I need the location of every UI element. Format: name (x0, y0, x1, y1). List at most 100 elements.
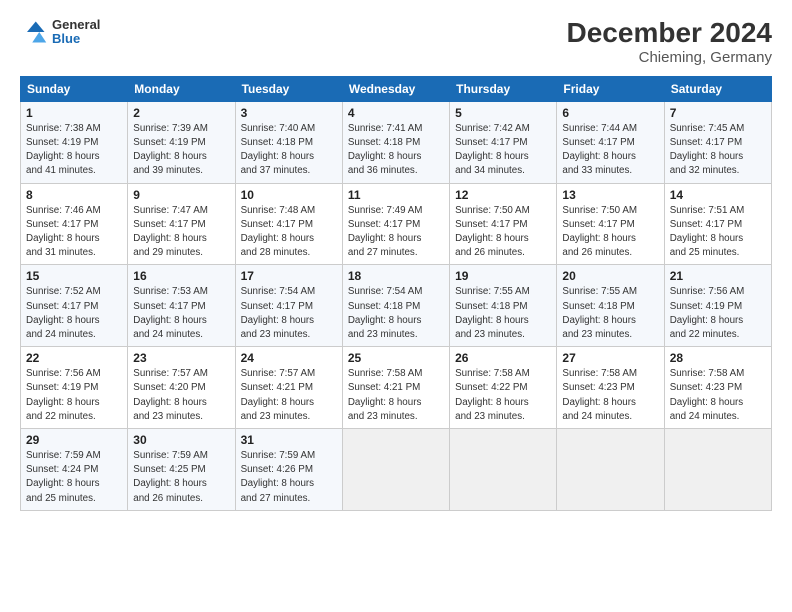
calendar-cell (342, 429, 449, 511)
day-number: 12 (455, 188, 551, 202)
day-info: Sunrise: 7:55 AMSunset: 4:18 PMDaylight:… (455, 285, 551, 342)
day-info: Sunrise: 7:53 AMSunset: 4:17 PMDaylight:… (133, 285, 229, 342)
day-info: Sunrise: 7:56 AMSunset: 4:19 PMDaylight:… (26, 367, 122, 424)
calendar-cell: 16 Sunrise: 7:53 AMSunset: 4:17 PMDayligh… (128, 265, 235, 347)
calendar-week-row: 29 Sunrise: 7:59 AMSunset: 4:24 PMDayligh… (21, 429, 772, 511)
logo: General Blue (20, 18, 100, 47)
calendar-cell (557, 429, 664, 511)
day-info: Sunrise: 7:51 AMSunset: 4:17 PMDaylight:… (670, 204, 766, 261)
col-header-tuesday: Tuesday (235, 76, 342, 101)
day-info: Sunrise: 7:50 AMSunset: 4:17 PMDaylight:… (562, 204, 658, 261)
day-number: 28 (670, 351, 766, 365)
calendar-cell: 14 Sunrise: 7:51 AMSunset: 4:17 PMDayligh… (664, 183, 771, 265)
day-number: 4 (348, 106, 444, 120)
day-info: Sunrise: 7:46 AMSunset: 4:17 PMDaylight:… (26, 204, 122, 261)
calendar-cell: 1 Sunrise: 7:38 AMSunset: 4:19 PMDaylight… (21, 101, 128, 183)
day-number: 22 (26, 351, 122, 365)
day-number: 30 (133, 433, 229, 447)
day-info: Sunrise: 7:54 AMSunset: 4:17 PMDaylight:… (241, 285, 337, 342)
calendar-cell: 6 Sunrise: 7:44 AMSunset: 4:17 PMDaylight… (557, 101, 664, 183)
day-info: Sunrise: 7:48 AMSunset: 4:17 PMDaylight:… (241, 204, 337, 261)
day-number: 17 (241, 269, 337, 283)
day-number: 7 (670, 106, 766, 120)
calendar-cell: 24 Sunrise: 7:57 AMSunset: 4:21 PMDayligh… (235, 347, 342, 429)
day-info: Sunrise: 7:38 AMSunset: 4:19 PMDaylight:… (26, 122, 122, 179)
day-info: Sunrise: 7:47 AMSunset: 4:17 PMDaylight:… (133, 204, 229, 261)
col-header-sunday: Sunday (21, 76, 128, 101)
calendar-cell: 10 Sunrise: 7:48 AMSunset: 4:17 PMDayligh… (235, 183, 342, 265)
calendar-cell: 7Sunrise: 7:45 AMSunset: 4:17 PMDaylight… (664, 101, 771, 183)
day-number: 24 (241, 351, 337, 365)
calendar-cell: 3 Sunrise: 7:40 AMSunset: 4:18 PMDaylight… (235, 101, 342, 183)
title-block: December 2024 Chieming, Germany (567, 18, 772, 66)
day-info: Sunrise: 7:57 AMSunset: 4:21 PMDaylight:… (241, 367, 337, 424)
col-header-friday: Friday (557, 76, 664, 101)
calendar-week-row: 22 Sunrise: 7:56 AMSunset: 4:19 PMDayligh… (21, 347, 772, 429)
calendar-cell (450, 429, 557, 511)
calendar-cell: 18Sunrise: 7:54 AMSunset: 4:18 PMDayligh… (342, 265, 449, 347)
calendar-cell: 22 Sunrise: 7:56 AMSunset: 4:19 PMDayligh… (21, 347, 128, 429)
calendar-table: SundayMondayTuesdayWednesdayThursdayFrid… (20, 76, 772, 511)
day-info: Sunrise: 7:58 AMSunset: 4:22 PMDaylight:… (455, 367, 551, 424)
calendar-cell: 23 Sunrise: 7:57 AMSunset: 4:20 PMDayligh… (128, 347, 235, 429)
day-number: 26 (455, 351, 551, 365)
day-info: Sunrise: 7:40 AMSunset: 4:18 PMDaylight:… (241, 122, 337, 179)
day-number: 3 (241, 106, 337, 120)
day-number: 2 (133, 106, 229, 120)
day-number: 29 (26, 433, 122, 447)
day-number: 8 (26, 188, 122, 202)
day-number: 10 (241, 188, 337, 202)
calendar-cell: 25Sunrise: 7:58 AMSunset: 4:21 PMDayligh… (342, 347, 449, 429)
calendar-cell: 21Sunrise: 7:56 AMSunset: 4:19 PMDayligh… (664, 265, 771, 347)
day-number: 14 (670, 188, 766, 202)
day-number: 19 (455, 269, 551, 283)
day-info: Sunrise: 7:54 AMSunset: 4:18 PMDaylight:… (348, 285, 444, 342)
calendar-week-row: 15Sunrise: 7:52 AMSunset: 4:17 PMDayligh… (21, 265, 772, 347)
day-info: Sunrise: 7:50 AMSunset: 4:17 PMDaylight:… (455, 204, 551, 261)
page: General Blue December 2024 Chieming, Ger… (0, 0, 792, 612)
calendar-cell: 5Sunrise: 7:42 AMSunset: 4:17 PMDaylight… (450, 101, 557, 183)
header: General Blue December 2024 Chieming, Ger… (20, 18, 772, 66)
day-number: 27 (562, 351, 658, 365)
calendar-cell: 29 Sunrise: 7:59 AMSunset: 4:24 PMDayligh… (21, 429, 128, 511)
day-number: 13 (562, 188, 658, 202)
day-info: Sunrise: 7:57 AMSunset: 4:20 PMDaylight:… (133, 367, 229, 424)
day-number: 1 (26, 106, 122, 120)
day-info: Sunrise: 7:56 AMSunset: 4:19 PMDaylight:… (670, 285, 766, 342)
calendar-title: December 2024 (567, 18, 772, 49)
calendar-cell: 15Sunrise: 7:52 AMSunset: 4:17 PMDayligh… (21, 265, 128, 347)
day-number: 20 (562, 269, 658, 283)
calendar-cell: 27Sunrise: 7:58 AMSunset: 4:23 PMDayligh… (557, 347, 664, 429)
day-info: Sunrise: 7:58 AMSunset: 4:23 PMDaylight:… (670, 367, 766, 424)
logo-text: General Blue (52, 18, 100, 47)
calendar-header-row: SundayMondayTuesdayWednesdayThursdayFrid… (21, 76, 772, 101)
calendar-cell: 30 Sunrise: 7:59 AMSunset: 4:25 PMDayligh… (128, 429, 235, 511)
calendar-cell: 19 Sunrise: 7:55 AMSunset: 4:18 PMDayligh… (450, 265, 557, 347)
calendar-cell: 8 Sunrise: 7:46 AMSunset: 4:17 PMDaylight… (21, 183, 128, 265)
day-number: 23 (133, 351, 229, 365)
logo-line2: Blue (52, 32, 100, 46)
day-info: Sunrise: 7:42 AMSunset: 4:17 PMDaylight:… (455, 122, 551, 179)
col-header-saturday: Saturday (664, 76, 771, 101)
calendar-cell: 12 Sunrise: 7:50 AMSunset: 4:17 PMDayligh… (450, 183, 557, 265)
day-number: 16 (133, 269, 229, 283)
day-number: 6 (562, 106, 658, 120)
day-info: Sunrise: 7:44 AMSunset: 4:17 PMDaylight:… (562, 122, 658, 179)
day-info: Sunrise: 7:41 AMSunset: 4:18 PMDaylight:… (348, 122, 444, 179)
calendar-cell: 17 Sunrise: 7:54 AMSunset: 4:17 PMDayligh… (235, 265, 342, 347)
calendar-subtitle: Chieming, Germany (567, 49, 772, 66)
day-info: Sunrise: 7:59 AMSunset: 4:25 PMDaylight:… (133, 449, 229, 506)
calendar-cell: 26 Sunrise: 7:58 AMSunset: 4:22 PMDayligh… (450, 347, 557, 429)
calendar-cell: 31Sunrise: 7:59 AMSunset: 4:26 PMDayligh… (235, 429, 342, 511)
calendar-cell: 9 Sunrise: 7:47 AMSunset: 4:17 PMDaylight… (128, 183, 235, 265)
col-header-wednesday: Wednesday (342, 76, 449, 101)
logo-line1: General (52, 18, 100, 32)
calendar-cell: 20 Sunrise: 7:55 AMSunset: 4:18 PMDayligh… (557, 265, 664, 347)
day-info: Sunrise: 7:52 AMSunset: 4:17 PMDaylight:… (26, 285, 122, 342)
day-info: Sunrise: 7:49 AMSunset: 4:17 PMDaylight:… (348, 204, 444, 261)
day-number: 9 (133, 188, 229, 202)
day-info: Sunrise: 7:59 AMSunset: 4:24 PMDaylight:… (26, 449, 122, 506)
day-number: 11 (348, 188, 444, 202)
day-info: Sunrise: 7:55 AMSunset: 4:18 PMDaylight:… (562, 285, 658, 342)
calendar-cell: 11 Sunrise: 7:49 AMSunset: 4:17 PMDayligh… (342, 183, 449, 265)
